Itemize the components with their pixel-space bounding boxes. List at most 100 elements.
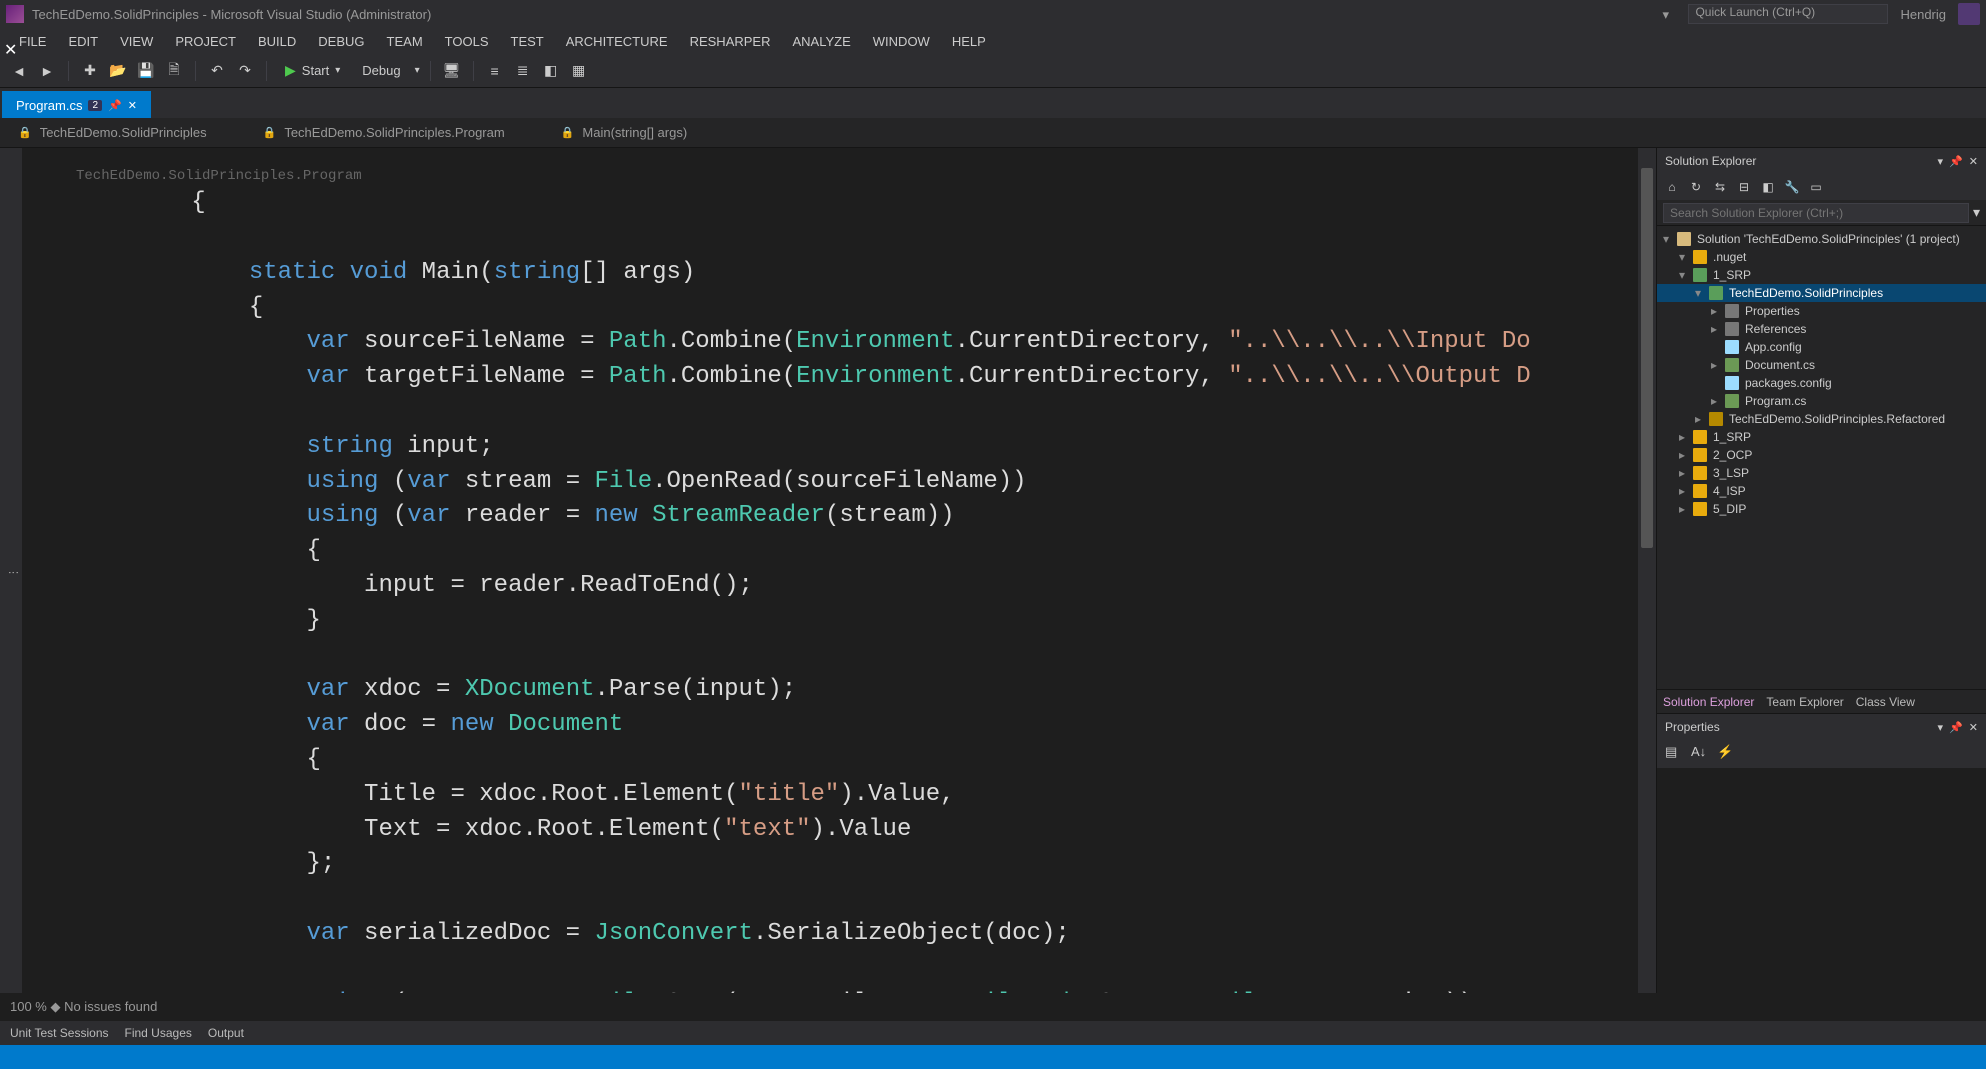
bookmark-icon[interactable]: ◧ bbox=[540, 60, 562, 82]
twisty-icon[interactable]: ▾ bbox=[1677, 268, 1687, 282]
code-editor[interactable]: TechEdDemo.SolidPrinciples.Program { sta… bbox=[22, 148, 1638, 993]
twisty-icon[interactable]: ▾ bbox=[1677, 250, 1687, 264]
twisty-icon[interactable]: ▸ bbox=[1677, 448, 1687, 462]
pin-icon[interactable]: 📌 bbox=[1949, 721, 1963, 734]
menu-build[interactable]: BUILD bbox=[249, 31, 305, 52]
refresh-icon[interactable]: ↻ bbox=[1687, 178, 1705, 196]
twisty-icon[interactable]: ▸ bbox=[1677, 466, 1687, 480]
uncomment-icon[interactable]: ≣ bbox=[512, 60, 534, 82]
panel-tab[interactable]: Class View bbox=[1856, 695, 1915, 709]
tab-program-cs[interactable]: Program.cs 2 📌 ✕ bbox=[2, 91, 151, 118]
tree-node[interactable]: ▸Program.cs bbox=[1657, 392, 1986, 410]
config-dropdown[interactable]: Debug bbox=[354, 61, 408, 80]
browser-icon[interactable]: 🖥 bbox=[441, 60, 463, 82]
save-icon[interactable]: 💾 bbox=[135, 60, 157, 82]
tree-node[interactable]: ▸Document.cs bbox=[1657, 356, 1986, 374]
preview-icon[interactable]: ▭ bbox=[1807, 178, 1825, 196]
open-icon[interactable]: 📂 bbox=[107, 60, 129, 82]
new-project-icon[interactable]: ✚ bbox=[79, 60, 101, 82]
categorized-icon[interactable]: ▤ bbox=[1665, 744, 1685, 764]
menu-edit[interactable]: EDIT bbox=[59, 31, 107, 52]
start-dropdown-icon[interactable]: ▾ bbox=[335, 65, 340, 76]
solution-tree[interactable]: ▾Solution 'TechEdDemo.SolidPrinciples' (… bbox=[1657, 226, 1986, 689]
misc-icon[interactable]: ▦ bbox=[568, 60, 590, 82]
panel-tab[interactable]: Solution Explorer bbox=[1663, 695, 1754, 709]
close-icon[interactable]: ✕ bbox=[1969, 155, 1978, 168]
pin-icon[interactable]: 📌 bbox=[1949, 155, 1963, 168]
start-button[interactable]: ▶ Start ▾ bbox=[277, 60, 348, 81]
scrollbar-thumb[interactable] bbox=[1641, 168, 1653, 548]
twisty-icon[interactable]: ▸ bbox=[1677, 430, 1687, 444]
twisty-icon[interactable]: ▸ bbox=[1677, 484, 1687, 498]
close-icon[interactable]: ✕ bbox=[4, 40, 22, 58]
panel-tab[interactable]: Team Explorer bbox=[1766, 695, 1843, 709]
menu-architecture[interactable]: ARCHITECTURE bbox=[557, 31, 677, 52]
server-explorer-tab[interactable]: ⋮ bbox=[5, 561, 22, 584]
events-icon[interactable]: ⚡ bbox=[1717, 744, 1737, 764]
tree-node[interactable]: ▾Solution 'TechEdDemo.SolidPrinciples' (… bbox=[1657, 230, 1986, 248]
solution-search-input[interactable] bbox=[1663, 203, 1969, 223]
bottom-tool-tab[interactable]: Unit Test Sessions bbox=[10, 1026, 109, 1040]
alphabetical-icon[interactable]: A↓ bbox=[1691, 744, 1711, 764]
menu-view[interactable]: VIEW bbox=[111, 31, 162, 52]
nav-back-icon[interactable]: ◄ bbox=[8, 60, 30, 82]
menu-window[interactable]: WINDOW bbox=[864, 31, 939, 52]
dropdown-icon[interactable]: ▾ bbox=[1938, 721, 1944, 734]
menu-debug[interactable]: DEBUG bbox=[309, 31, 373, 52]
editor-scrollbar[interactable] bbox=[1638, 148, 1656, 993]
menu-tools[interactable]: TOOLS bbox=[436, 31, 498, 52]
tree-node[interactable]: ▸TechEdDemo.SolidPrinciples.Refactored bbox=[1657, 410, 1986, 428]
zoom-status[interactable]: 100 % ◆ No issues found bbox=[10, 999, 157, 1015]
breadcrumb-item[interactable]: 🔒TechEdDemo.SolidPrinciples.Program bbox=[255, 121, 513, 144]
breadcrumb-item[interactable]: 🔒TechEdDemo.SolidPrinciples bbox=[10, 121, 215, 144]
properties-grid[interactable] bbox=[1657, 768, 1986, 993]
config-dropdown-icon[interactable]: ▾ bbox=[415, 65, 420, 76]
twisty-icon[interactable]: ▸ bbox=[1709, 394, 1719, 408]
show-all-icon[interactable]: ◧ bbox=[1759, 178, 1777, 196]
save-all-icon[interactable]: 🗎 bbox=[163, 60, 185, 82]
tree-node[interactable]: packages.config bbox=[1657, 374, 1986, 392]
bottom-tool-tab[interactable]: Output bbox=[208, 1026, 244, 1040]
properties-icon[interactable]: 🔧 bbox=[1783, 178, 1801, 196]
home-icon[interactable]: ⌂ bbox=[1663, 178, 1681, 196]
bottom-tool-tab[interactable]: Find Usages bbox=[125, 1026, 192, 1040]
menu-project[interactable]: PROJECT bbox=[166, 31, 245, 52]
search-dropdown-icon[interactable]: ▾ bbox=[1973, 204, 1980, 221]
signin-label[interactable]: Hendrig bbox=[1900, 7, 1946, 22]
twisty-icon[interactable]: ▾ bbox=[1661, 232, 1671, 246]
tab-close-icon[interactable]: ✕ bbox=[128, 99, 137, 112]
nav-forward-icon[interactable]: ► bbox=[36, 60, 58, 82]
menu-team[interactable]: TEAM bbox=[378, 31, 432, 52]
collapse-icon[interactable]: ⊟ bbox=[1735, 178, 1753, 196]
undo-icon[interactable]: ↶ bbox=[206, 60, 228, 82]
twisty-icon[interactable]: ▸ bbox=[1709, 358, 1719, 372]
sync-icon[interactable]: ⇆ bbox=[1711, 178, 1729, 196]
menu-help[interactable]: HELP bbox=[943, 31, 995, 52]
tab-pin-icon[interactable]: 📌 bbox=[108, 99, 122, 112]
tree-node[interactable]: App.config bbox=[1657, 338, 1986, 356]
comment-icon[interactable]: ≡ bbox=[484, 60, 506, 82]
tree-node[interactable]: ▾TechEdDemo.SolidPrinciples bbox=[1657, 284, 1986, 302]
tree-node[interactable]: ▾1_SRP bbox=[1657, 266, 1986, 284]
tree-node[interactable]: ▸2_OCP bbox=[1657, 446, 1986, 464]
menu-resharper[interactable]: RESHARPER bbox=[681, 31, 780, 52]
tree-node[interactable]: ▸References bbox=[1657, 320, 1986, 338]
twisty-icon[interactable]: ▾ bbox=[1693, 286, 1703, 300]
avatar[interactable] bbox=[1958, 3, 1980, 25]
redo-icon[interactable]: ↷ bbox=[234, 60, 256, 82]
breadcrumb-item[interactable]: 🔒Main(string[] args) bbox=[553, 121, 695, 144]
tree-node[interactable]: ▸5_DIP bbox=[1657, 500, 1986, 518]
twisty-icon[interactable]: ▸ bbox=[1677, 502, 1687, 516]
tree-node[interactable]: ▾.nuget bbox=[1657, 248, 1986, 266]
close-icon[interactable]: ✕ bbox=[1969, 721, 1978, 734]
menu-analyze[interactable]: ANALYZE bbox=[784, 31, 860, 52]
dropdown-icon[interactable]: ▾ bbox=[1938, 155, 1944, 168]
quick-launch-input[interactable]: Quick Launch (Ctrl+Q) bbox=[1688, 4, 1888, 24]
tree-node[interactable]: ▸4_ISP bbox=[1657, 482, 1986, 500]
tree-node[interactable]: ▸1_SRP bbox=[1657, 428, 1986, 446]
notification-icon[interactable]: ▾ bbox=[1662, 7, 1676, 21]
tree-node[interactable]: ▸Properties bbox=[1657, 302, 1986, 320]
twisty-icon[interactable]: ▸ bbox=[1709, 322, 1719, 336]
tree-node[interactable]: ▸3_LSP bbox=[1657, 464, 1986, 482]
twisty-icon[interactable]: ▸ bbox=[1709, 304, 1719, 318]
